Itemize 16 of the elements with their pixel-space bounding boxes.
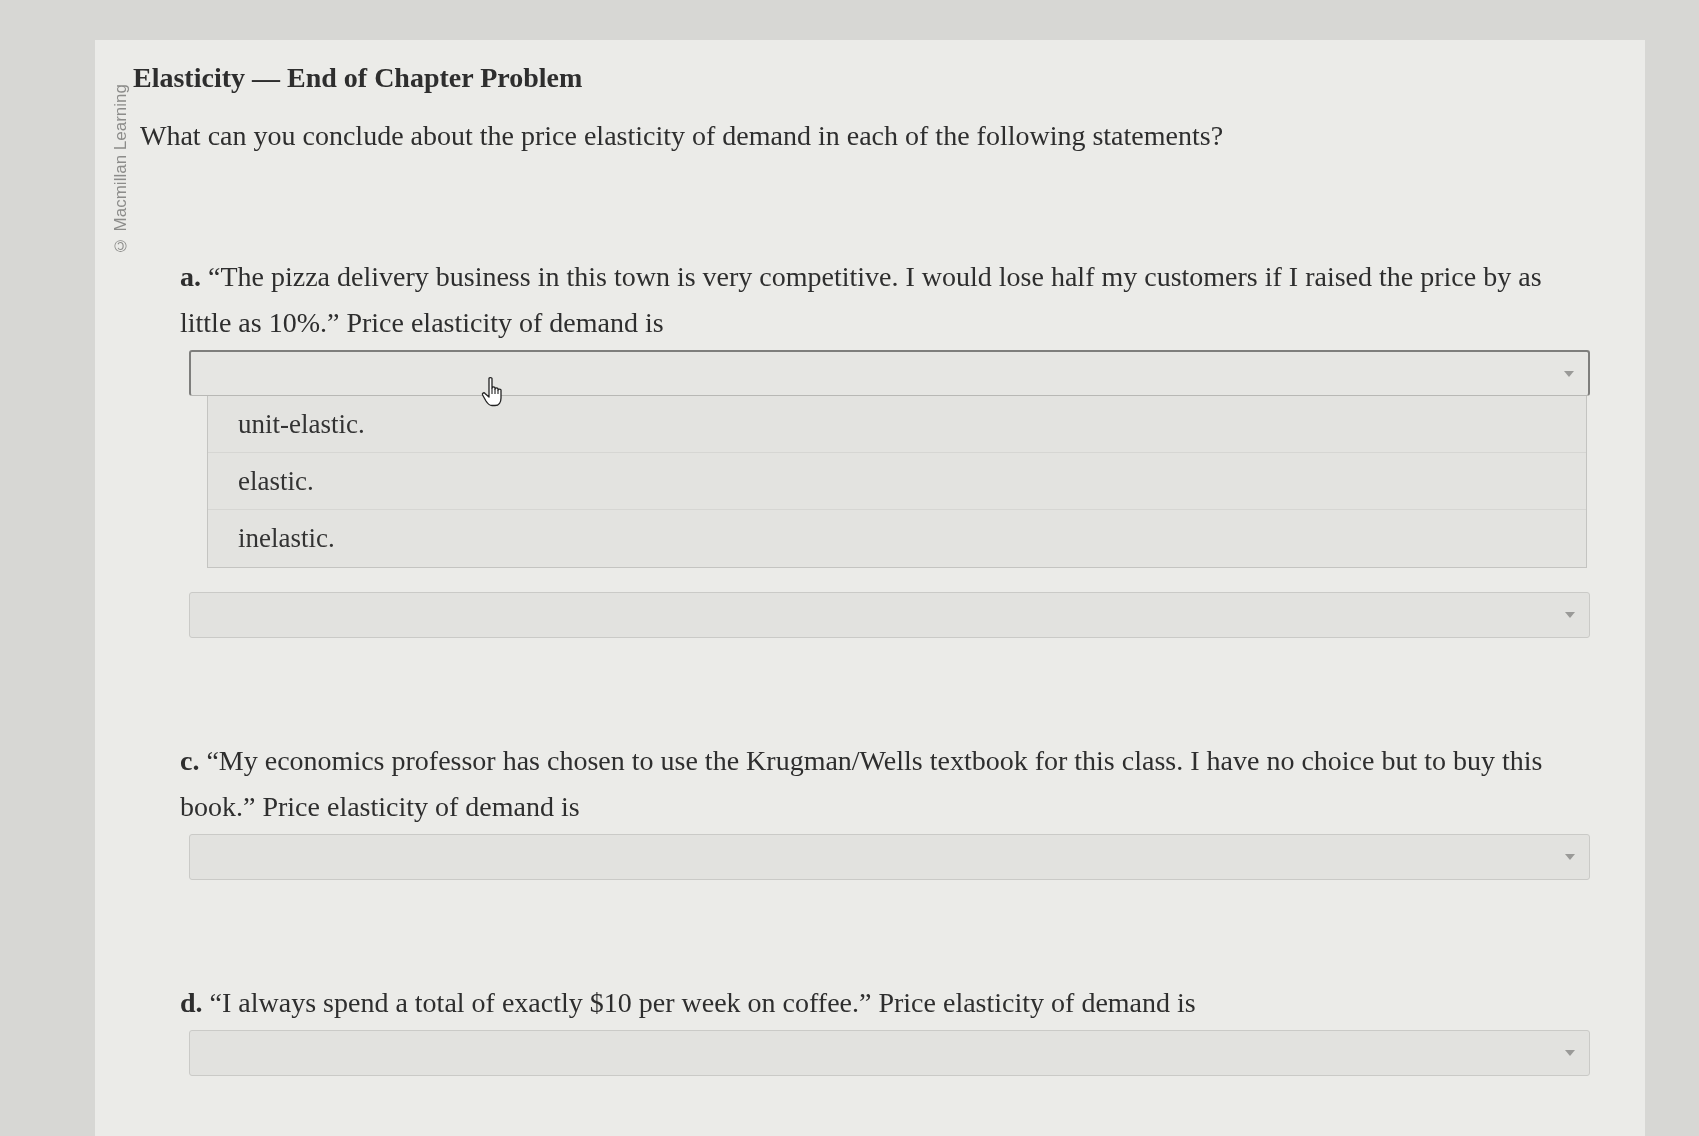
dropdown-field[interactable]: [189, 1030, 1590, 1076]
question-statement: a. “The pizza delivery business in this town is very competitive. I would lose half my customers if I raised the price by as little as 10%.” Price elasticity of demand is: [180, 260, 1543, 340]
page-title: Elasticity — End of Chapter Problem: [133, 61, 583, 95]
question-text: What can you conclude about the price elasticity of demand in each of the following statements?: [140, 119, 1224, 153]
dropdown-field[interactable]: [189, 350, 1590, 396]
dropdown-option[interactable]: inelastic.: [208, 510, 1586, 567]
dropdown-field[interactable]: [189, 834, 1590, 880]
dropdown-option[interactable]: elastic.: [208, 453, 1586, 510]
caret-icon: [1565, 854, 1575, 860]
copyright-text: © Macmillan Learning: [111, 84, 131, 256]
caret-icon: [1564, 370, 1574, 377]
question-statement: d. “I always spend a total of exactly $10 per week on coffee.” Price elasticity of demand is: [180, 986, 1196, 1020]
caret-icon: [1565, 1050, 1575, 1056]
caret-icon: [1565, 612, 1575, 618]
question-statement: c. “My economics professor has chosen to use the Krugman/Wells textbook for this class. I have no choice but to buy this book.” Price elasticity of demand is: [180, 744, 1544, 824]
dropdown-field[interactable]: [189, 592, 1590, 638]
